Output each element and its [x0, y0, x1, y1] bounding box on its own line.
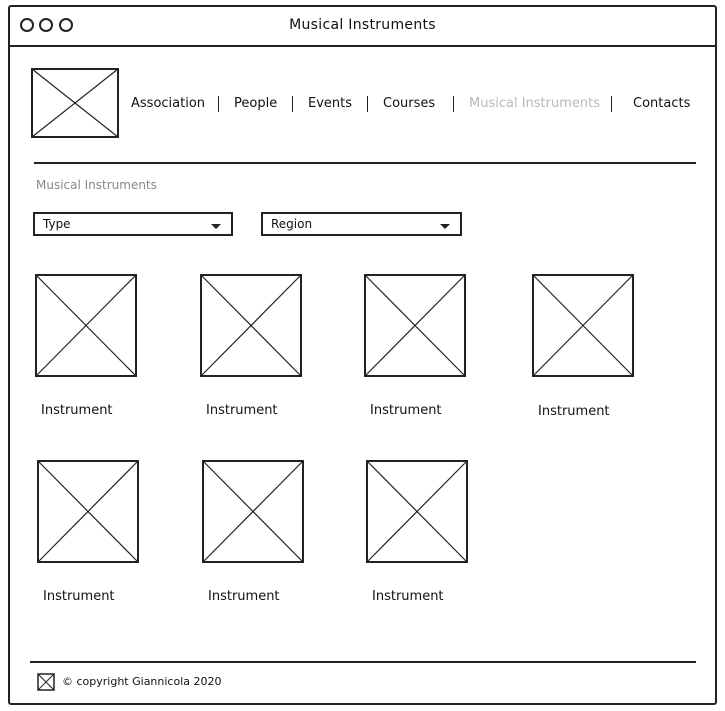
title-bar: Musical Instruments [10, 7, 715, 47]
region-dropdown[interactable]: Region [261, 212, 462, 236]
instrument-caption[interactable]: Instrument [208, 589, 280, 604]
nav-item-contacts[interactable]: Contacts [633, 96, 690, 111]
nav-separator [453, 96, 454, 112]
instrument-image-placeholder-icon[interactable] [366, 460, 468, 563]
nav-item-courses[interactable]: Courses [383, 96, 435, 111]
instrument-image-placeholder-icon[interactable] [200, 274, 302, 377]
caret-down-icon [211, 224, 221, 229]
instrument-image-placeholder-icon[interactable] [532, 274, 634, 377]
nav-separator [292, 96, 293, 112]
footer-copyright: © copyright Giannicola 2020 [62, 675, 222, 688]
nav-item-people[interactable]: People [234, 96, 277, 111]
logo-image-placeholder-icon[interactable] [31, 68, 119, 138]
instrument-caption[interactable]: Instrument [41, 403, 113, 418]
nav-item-association[interactable]: Association [131, 96, 205, 111]
nav-separator [218, 96, 219, 112]
instrument-image-placeholder-icon[interactable] [37, 460, 139, 563]
type-dropdown-label: Type [43, 217, 71, 231]
instrument-image-placeholder-icon[interactable] [202, 460, 304, 563]
page-heading: Musical Instruments [36, 178, 157, 192]
type-dropdown[interactable]: Type [33, 212, 233, 236]
nav-item-events[interactable]: Events [308, 96, 352, 111]
nav-separator [611, 96, 612, 112]
instrument-caption[interactable]: Instrument [206, 403, 278, 418]
instrument-image-placeholder-icon[interactable] [364, 274, 466, 377]
footer-divider [30, 661, 696, 663]
region-dropdown-label: Region [271, 217, 313, 231]
instrument-caption[interactable]: Instrument [43, 589, 115, 604]
caret-down-icon [440, 224, 450, 229]
header-divider [34, 162, 696, 164]
nav-item-musical-instruments[interactable]: Musical Instruments [469, 96, 600, 111]
nav-separator [367, 96, 368, 112]
instrument-caption[interactable]: Instrument [370, 403, 442, 418]
instrument-caption[interactable]: Instrument [538, 404, 610, 419]
instrument-image-placeholder-icon[interactable] [35, 274, 137, 377]
instrument-caption[interactable]: Instrument [372, 589, 444, 604]
window-title: Musical Instruments [289, 17, 436, 33]
footer-image-placeholder-icon [37, 673, 55, 695]
